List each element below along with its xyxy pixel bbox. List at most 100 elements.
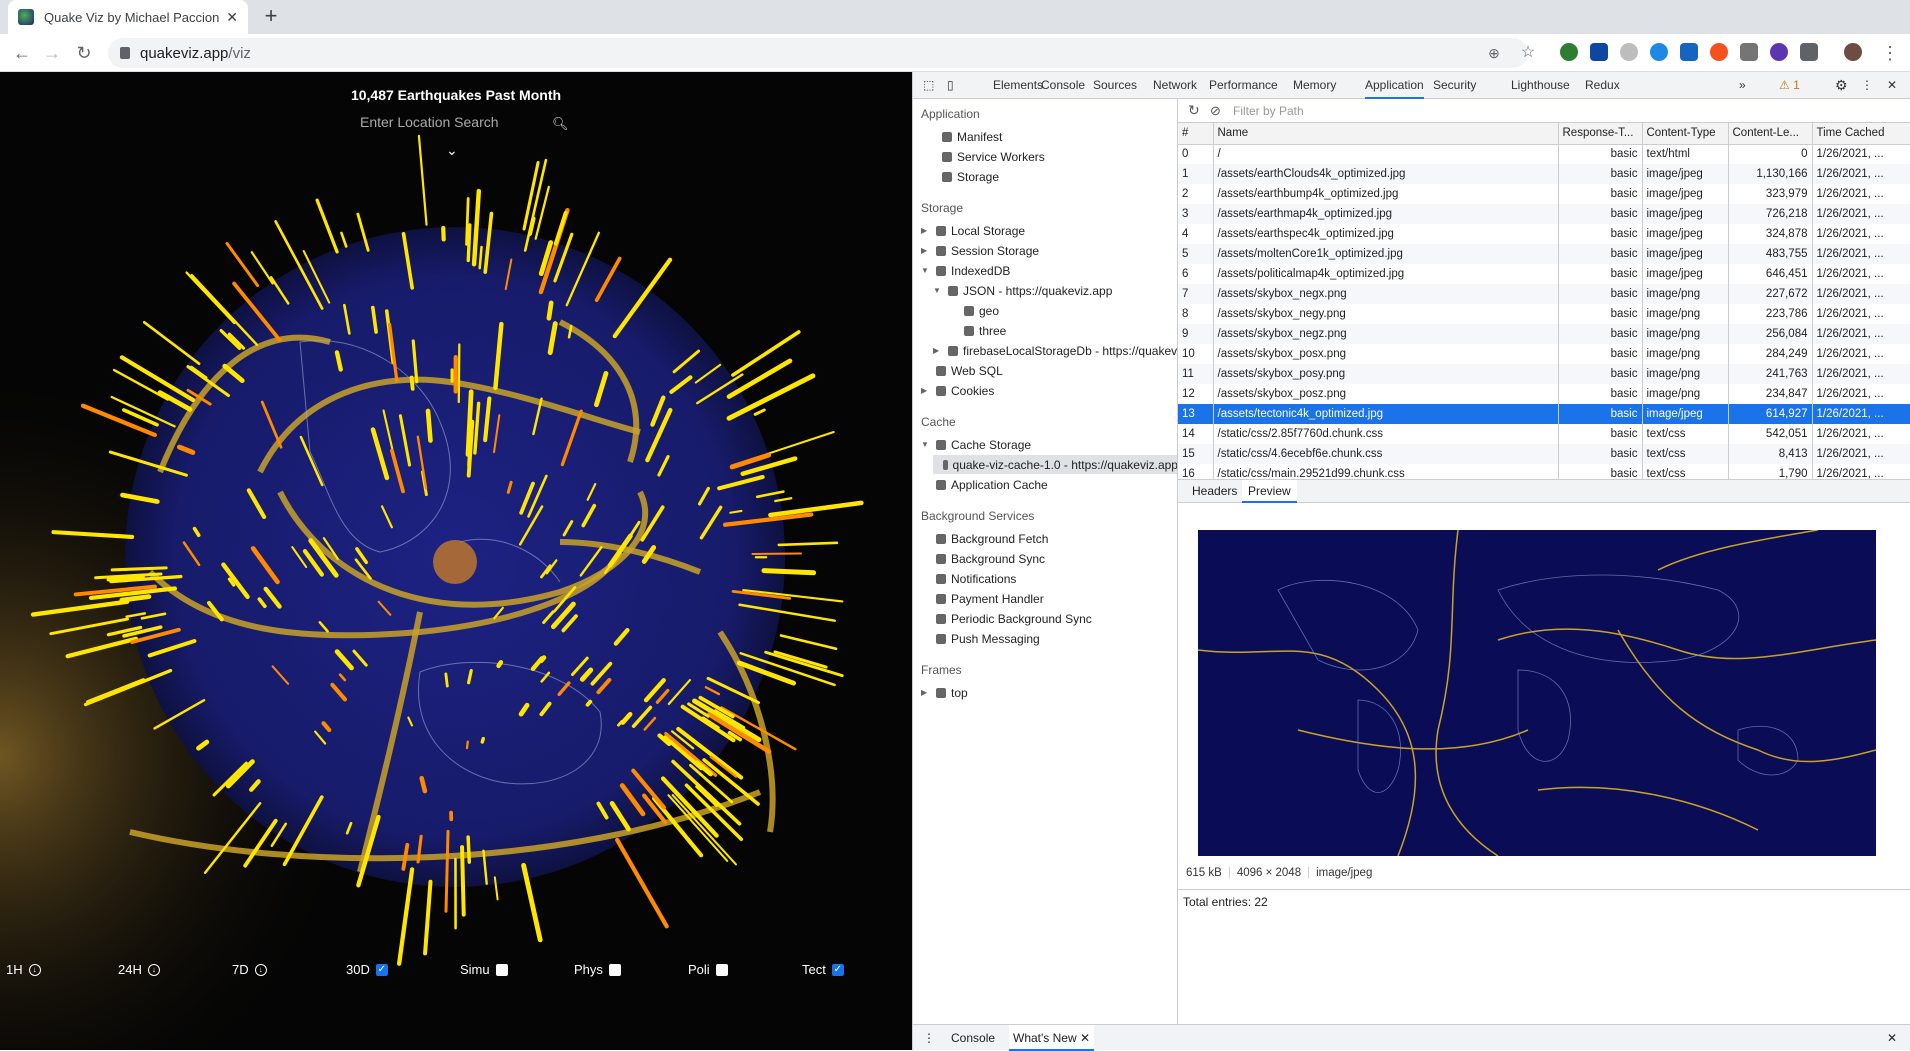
download-icon[interactable]: ↓ <box>255 964 267 976</box>
quake-marker[interactable] <box>112 568 166 570</box>
devtools-menu-icon[interactable]: ⋮ <box>1861 72 1873 99</box>
reload-icon[interactable]: ↻ <box>72 41 96 65</box>
chevron-down-icon[interactable]: ⌄ <box>446 142 458 159</box>
tab-application[interactable]: Application <box>1365 72 1424 99</box>
column-header[interactable]: # <box>1178 123 1213 144</box>
control-poli[interactable]: Poli <box>688 962 728 977</box>
quake-marker[interactable] <box>499 662 501 666</box>
close-icon[interactable]: ✕ <box>1080 1031 1090 1045</box>
sidebar-item[interactable]: Notifications <box>921 569 1016 588</box>
sidebar-item[interactable]: ▼IndexedDB <box>921 261 1010 280</box>
quake-marker[interactable] <box>588 702 591 705</box>
avatar[interactable] <box>1844 43 1862 61</box>
refresh-icon[interactable]: ↻ <box>1188 102 1200 119</box>
sidebar-item[interactable]: three <box>949 321 1006 340</box>
tab-network[interactable]: Network <box>1153 72 1197 99</box>
control-30d[interactable]: 30D✓ <box>346 962 388 977</box>
extension-icon[interactable] <box>1680 43 1698 61</box>
checkbox[interactable]: ✓ <box>376 964 388 976</box>
control-phys[interactable]: Phys <box>574 962 621 977</box>
sidebar-item[interactable]: Web SQL <box>921 361 1003 380</box>
quake-marker[interactable] <box>428 411 430 441</box>
drawer-tab-whats-new[interactable]: What's New ✕ <box>1009 1025 1094 1051</box>
sidebar-item[interactable]: Service Workers <box>927 147 1045 166</box>
sidebar-item[interactable]: geo <box>949 301 999 320</box>
quake-marker[interactable] <box>412 378 413 389</box>
tab-elements[interactable]: Elements <box>993 72 1043 99</box>
close-drawer-icon[interactable]: ✕ <box>1887 1025 1897 1051</box>
table-row[interactable]: 7/assets/skybox_negx.pngbasicimage/png22… <box>1178 284 1910 304</box>
forward-icon[interactable]: → <box>40 41 64 65</box>
menu-kebab-icon[interactable]: ⋮ <box>1878 41 1902 65</box>
back-icon[interactable]: ← <box>10 41 34 65</box>
selected-quake-marker[interactable] <box>433 540 477 584</box>
new-tab-button[interactable]: + <box>258 4 284 30</box>
quake-marker[interactable] <box>446 674 447 686</box>
download-icon[interactable]: ↓ <box>29 964 41 976</box>
filter-path-input[interactable]: Filter by Path <box>1233 104 1304 118</box>
quake-marker[interactable] <box>462 847 464 914</box>
install-app-icon[interactable]: ⊕ <box>1482 41 1506 65</box>
table-row[interactable]: 12/assets/skybox_posz.pngbasicimage/png2… <box>1178 384 1910 404</box>
table-row[interactable]: 13/assets/tectonic4k_optimized.jpgbasici… <box>1178 404 1910 424</box>
sidebar-item[interactable]: quake-viz-cache-1.0 - https://quakeviz.a… <box>933 455 1178 474</box>
table-row[interactable]: 0/basictext/html01/26/2021, ... <box>1178 144 1910 164</box>
settings-gear-icon[interactable]: ⚙ <box>1835 72 1848 99</box>
checkbox[interactable] <box>496 964 508 976</box>
warning-badge[interactable]: ⚠ 1 <box>1779 72 1800 99</box>
quake-marker[interactable] <box>468 837 469 862</box>
sidebar-item[interactable]: Background Sync <box>921 549 1045 568</box>
table-row[interactable]: 3/assets/earthmap4k_optimized.jpgbasicim… <box>1178 204 1910 224</box>
quake-marker[interactable] <box>108 577 143 579</box>
tab-sources[interactable]: Sources <box>1093 72 1137 99</box>
control-simu[interactable]: Simu <box>460 962 508 977</box>
sidebar-item[interactable]: ▶Local Storage <box>921 221 1025 240</box>
extension-icon[interactable] <box>1770 43 1788 61</box>
close-tab-icon[interactable]: ✕ <box>226 9 238 26</box>
extension-react-icon[interactable] <box>1590 43 1608 61</box>
sidebar-item[interactable]: Manifest <box>927 127 1002 146</box>
preview-tab-headers[interactable]: Headers <box>1186 480 1243 503</box>
extension-icon[interactable] <box>1650 43 1668 61</box>
quake-marker[interactable] <box>549 303 551 318</box>
control-24h[interactable]: 24H↓ <box>118 962 160 977</box>
sidebar-item[interactable]: Application Cache <box>921 475 1048 494</box>
control-1h[interactable]: 1H↓ <box>6 962 41 977</box>
sidebar-item[interactable]: ▼JSON - https://quakeviz.app <box>933 281 1112 300</box>
column-header[interactable]: Content-Type <box>1642 123 1728 144</box>
quake-marker[interactable] <box>482 739 483 742</box>
sidebar-item[interactable]: Periodic Background Sync <box>921 609 1092 628</box>
download-icon[interactable]: ↓ <box>148 964 160 976</box>
quake-marker[interactable] <box>764 571 814 573</box>
drawer-menu-icon[interactable]: ⋮ <box>923 1025 935 1051</box>
table-row[interactable]: 11/assets/skybox_posy.pngbasicimage/png2… <box>1178 364 1910 384</box>
tab-lighthouse[interactable]: Lighthouse <box>1511 72 1570 99</box>
sidebar-item[interactable]: ▶firebaseLocalStorageDb - https://quakev… <box>933 341 1178 360</box>
extension-icon[interactable] <box>1620 43 1638 61</box>
sidebar-item[interactable]: ▶Cookies <box>921 381 994 400</box>
tab-security[interactable]: Security <box>1433 72 1476 99</box>
inspect-element-icon[interactable]: ⬚ <box>923 72 941 99</box>
control-7d[interactable]: 7D↓ <box>232 962 267 977</box>
table-row[interactable]: 14/static/css/2.85f7760d.chunk.cssbasict… <box>1178 424 1910 444</box>
drawer-tab-console[interactable]: Console <box>951 1025 995 1051</box>
sidebar-item[interactable]: ▶Session Storage <box>921 241 1039 260</box>
tab-console[interactable]: Console <box>1041 72 1085 99</box>
table-row[interactable]: 2/assets/earthbump4k_optimized.jpgbasici… <box>1178 184 1910 204</box>
table-row[interactable]: 4/assets/earthspec4k_optimized.jpgbasici… <box>1178 224 1910 244</box>
table-row[interactable]: 1/assets/earthClouds4k_optimized.jpgbasi… <box>1178 164 1910 184</box>
table-row[interactable]: 10/assets/skybox_posx.pngbasicimage/png2… <box>1178 344 1910 364</box>
sidebar-item[interactable]: Storage <box>927 167 999 186</box>
quake-marker[interactable] <box>422 778 425 791</box>
bookmark-star-icon[interactable]: ☆ <box>1516 41 1540 65</box>
clear-icon[interactable]: ⊘ <box>1210 103 1221 119</box>
tab-redux[interactable]: Redux <box>1585 72 1620 99</box>
checkbox[interactable] <box>609 964 621 976</box>
checkbox[interactable]: ✓ <box>832 964 844 976</box>
sidebar-item[interactable]: Payment Handler <box>921 589 1044 608</box>
quake-marker[interactable] <box>466 199 468 245</box>
sidebar-item[interactable]: ▶top <box>921 683 968 702</box>
column-header[interactable]: Name <box>1213 123 1558 144</box>
sidebar-item[interactable]: Push Messaging <box>921 629 1040 648</box>
extension-icon[interactable] <box>1560 43 1578 61</box>
